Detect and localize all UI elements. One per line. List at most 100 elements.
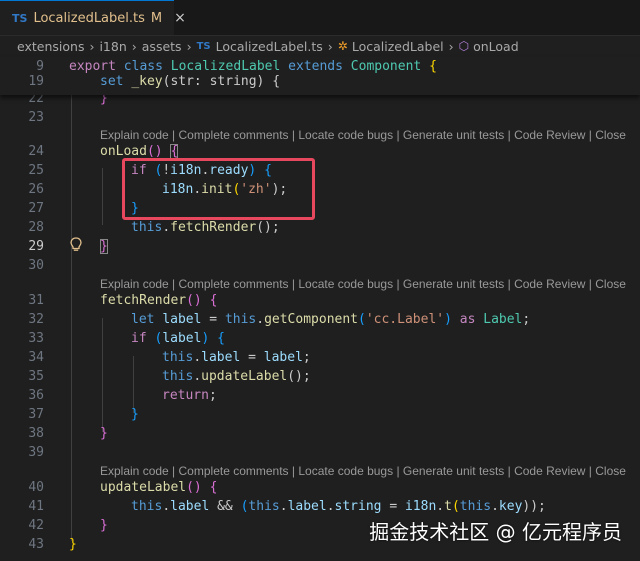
- token: .: [193, 350, 202, 365]
- typescript-file-icon: TS: [196, 40, 211, 52]
- class-icon: ✲: [337, 39, 348, 53]
- token: (: [451, 499, 460, 514]
- codelens-locate-code-bugs[interactable]: Locate code bugs: [298, 464, 393, 478]
- token: .: [491, 499, 499, 514]
- codelens-close[interactable]: Close: [595, 464, 626, 478]
- token: set: [100, 74, 124, 89]
- lightbulb-icon[interactable]: [70, 237, 82, 253]
- codelens-locate-code-bugs[interactable]: Locate code bugs: [298, 128, 393, 142]
- codelens-explain-code[interactable]: Explain code: [100, 464, 169, 478]
- typescript-file-icon: TS: [12, 11, 28, 25]
- line-number: 41: [28, 499, 44, 514]
- tab-bar: TS LocalizedLabel.ts M ×: [0, 0, 640, 36]
- codelens-explain-code[interactable]: Explain code: [100, 128, 169, 142]
- line-number: 33: [28, 331, 44, 346]
- line-number: 25: [28, 163, 44, 178]
- token: .: [193, 369, 202, 384]
- code-text: }: [100, 424, 108, 443]
- matched-brace: }: [100, 239, 108, 254]
- token: this: [131, 220, 163, 235]
- token: =: [240, 350, 264, 365]
- token: as: [459, 312, 476, 327]
- line-number: 42: [28, 518, 44, 533]
- token: this: [162, 350, 194, 365]
- codelens-locate-code-bugs[interactable]: Locate code bugs: [298, 277, 393, 291]
- codelens-generate-unit-tests[interactable]: Generate unit tests: [403, 277, 504, 291]
- code-text: if (label) {: [131, 329, 225, 348]
- codelens-code-review[interactable]: Code Review: [514, 128, 585, 142]
- code-text: set _key(str: string) {: [100, 72, 280, 91]
- breadcrumb-item-class[interactable]: LocalizedLabel: [352, 39, 444, 54]
- editor-tab-localizedlabel[interactable]: TS LocalizedLabel.ts M ×: [0, 0, 186, 35]
- token: this: [162, 369, 194, 384]
- code-line: 19 set _key(str: string) {: [0, 72, 640, 91]
- token: key: [498, 499, 523, 514]
- line-number: 35: [28, 369, 44, 384]
- token: i18n: [404, 499, 437, 514]
- codelens-generate-unit-tests[interactable]: Generate unit tests: [403, 128, 504, 142]
- token: .: [162, 499, 171, 514]
- code-editor[interactable]: 9 export class LocalizedLabel extends Co…: [0, 57, 640, 561]
- code-text: fetchRender() {: [100, 291, 217, 310]
- codelens-explain-code[interactable]: Explain code: [100, 277, 169, 291]
- token: getComponent: [264, 312, 358, 327]
- line-number: 30: [28, 258, 44, 273]
- breadcrumb: extensions › i18n › assets › TS Localize…: [0, 35, 640, 57]
- token: this: [459, 499, 492, 514]
- code-text: this.fetchRender();: [131, 218, 280, 237]
- token: Label: [483, 312, 523, 327]
- token: label: [263, 350, 303, 365]
- token: label: [162, 312, 202, 327]
- token: return: [162, 388, 209, 403]
- token: _key: [131, 74, 163, 89]
- line-number: 23: [28, 110, 44, 125]
- watermark: 掘金技术社区 @ 亿元程序员: [369, 520, 622, 544]
- code-line: 39: [0, 443, 640, 462]
- codelens-complete-comments[interactable]: Complete comments: [179, 464, 289, 478]
- token: ;: [208, 388, 217, 403]
- line-number: 28: [28, 220, 44, 235]
- line-number: 26: [28, 182, 44, 197]
- token: .: [279, 499, 288, 514]
- code-line: 40 updateLabel() {: [0, 478, 640, 497]
- codelens-generate-unit-tests[interactable]: Generate unit tests: [403, 464, 504, 478]
- codelens-code-review[interactable]: Code Review: [514, 464, 585, 478]
- token: 'cc.Label': [365, 312, 445, 327]
- breadcrumb-item-method[interactable]: onLoad: [473, 39, 519, 54]
- token: ): [201, 331, 210, 346]
- token: (): [186, 293, 202, 308]
- token: this: [224, 312, 257, 327]
- code-line: 33 if (label) {: [0, 329, 640, 348]
- sticky-scroll-header[interactable]: 9 export class LocalizedLabel extends Co…: [0, 57, 640, 95]
- codelens-close[interactable]: Close: [595, 128, 626, 142]
- breadcrumb-item-file[interactable]: LocalizedLabel.ts: [216, 39, 323, 54]
- matched-brace: {: [170, 144, 179, 159]
- chevron-right-icon: ›: [448, 38, 454, 54]
- token: fetchRender: [100, 293, 187, 308]
- breadcrumb-item-extensions[interactable]: extensions: [17, 39, 84, 54]
- token: label: [287, 499, 327, 514]
- tab-filename: LocalizedLabel.ts: [33, 10, 145, 26]
- line-number: 29: [28, 239, 44, 254]
- token: }: [100, 518, 108, 533]
- codelens-code-review[interactable]: Code Review: [514, 277, 585, 291]
- codelens-complete-comments[interactable]: Complete comments: [179, 277, 289, 291]
- close-icon[interactable]: ×: [174, 10, 186, 26]
- codelens-close[interactable]: Close: [595, 277, 626, 291]
- token: ));: [522, 499, 546, 514]
- token: (str: string) {: [162, 74, 281, 89]
- line-number: 19: [28, 74, 44, 89]
- token: label: [170, 499, 210, 514]
- breadcrumb-item-i18n[interactable]: i18n: [99, 39, 126, 54]
- code-text: this.updateLabel();: [162, 367, 311, 386]
- token: updateLabel: [100, 480, 187, 495]
- code-line: 28 this.fetchRender();: [0, 218, 640, 237]
- token: string: [334, 499, 382, 514]
- code-line: 41 this.label && (this.label.string = i1…: [0, 497, 640, 516]
- token: let: [131, 312, 155, 327]
- codelens-complete-comments[interactable]: Complete comments: [179, 128, 289, 142]
- token: .: [162, 220, 171, 235]
- code-line: 25 if (!i18n.ready) {: [0, 161, 640, 180]
- token: }: [100, 426, 108, 441]
- breadcrumb-item-assets[interactable]: assets: [142, 39, 182, 54]
